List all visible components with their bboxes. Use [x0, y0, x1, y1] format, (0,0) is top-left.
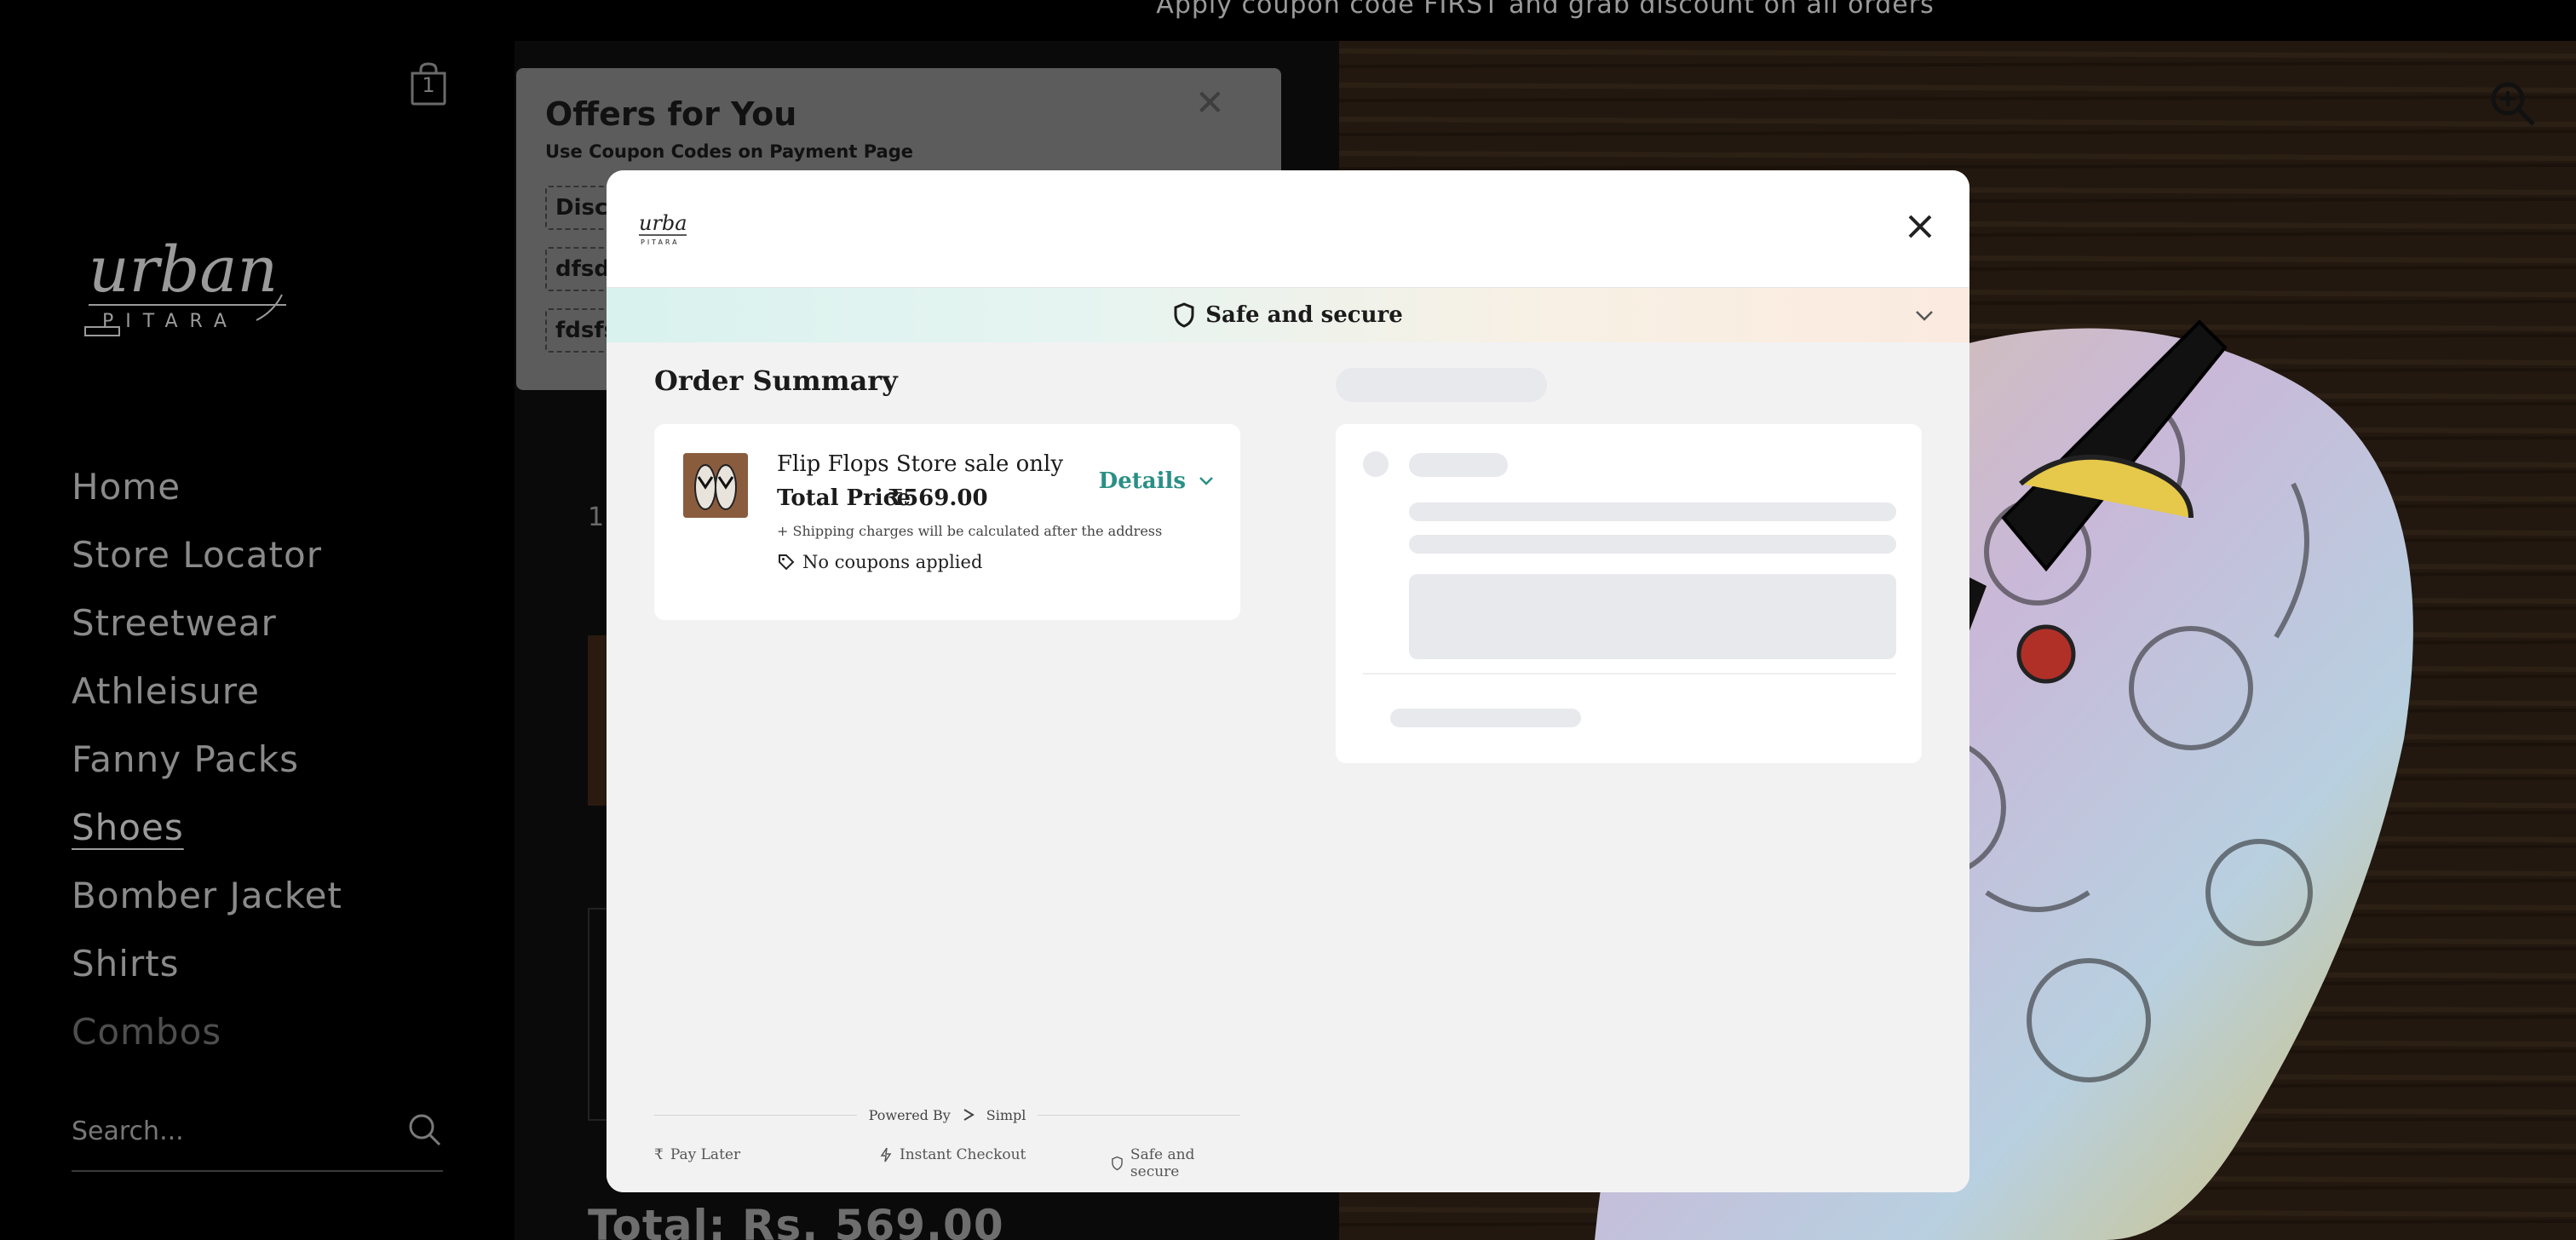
shield-icon — [1112, 1156, 1123, 1171]
order-item-card: Flip Flops Store sale only Total Price ₹… — [654, 424, 1240, 620]
coupon-status-text: No coupons applied — [802, 552, 983, 572]
loading-skeleton — [1409, 502, 1896, 521]
loading-skeleton — [1409, 535, 1896, 554]
feature-pay-later: ₹ Pay Later — [654, 1146, 740, 1163]
cart-item-thumbnail — [588, 635, 608, 806]
zoom-in-icon[interactable] — [2487, 78, 2539, 129]
svg-text:urban: urban — [89, 238, 278, 307]
coupon-code[interactable]: dfsdf — [545, 247, 613, 291]
nav-item-home[interactable]: Home — [72, 460, 342, 528]
search-input[interactable] — [72, 1112, 378, 1150]
nav-item-fanny-packs[interactable]: Fanny Packs — [72, 732, 342, 801]
powered-by: Powered By Simpl — [654, 1102, 1241, 1128]
search-icon[interactable] — [405, 1111, 443, 1148]
nav-item-streetwear[interactable]: Streetwear — [72, 596, 342, 664]
shipping-note: + Shipping charges will be calculated af… — [777, 523, 1163, 539]
cart-button[interactable]: 1 — [409, 61, 448, 106]
close-icon[interactable] — [1901, 208, 1939, 245]
powered-by-label: Powered By — [868, 1106, 951, 1123]
svg-text:urban: urban — [639, 211, 688, 235]
feature-instant-checkout: Instant Checkout — [879, 1146, 1026, 1163]
svg-text:PITARA: PITARA — [641, 238, 680, 246]
coupon-status: No coupons applied — [777, 552, 982, 572]
offers-subtitle: Use Coupon Codes on Payment Page — [545, 141, 913, 162]
search-bar — [72, 1099, 443, 1172]
product-thumbnail — [683, 453, 748, 518]
loading-skeleton — [1336, 368, 1547, 402]
cart-count: 1 — [422, 73, 435, 97]
total-price-value: ₹569.00 — [888, 485, 988, 511]
main-nav: Home Store Locator Streetwear Athleisure… — [72, 460, 342, 1073]
divider — [654, 1114, 857, 1116]
simpl-logo-icon — [963, 1109, 975, 1121]
simpl-brand: Simpl — [986, 1106, 1026, 1123]
shield-icon — [1174, 302, 1194, 328]
feature-label: Pay Later — [670, 1146, 741, 1163]
tag-icon — [779, 554, 795, 571]
nav-item-bomber-jacket[interactable]: Bomber Jacket — [72, 869, 342, 937]
payment-options-card — [1336, 424, 1922, 763]
banner-text: Apply coupon code FIRST and grab discoun… — [1156, 0, 1935, 20]
details-button[interactable]: Details — [1099, 468, 1215, 494]
checkout-modal: urban PITARA Safe and secure Order Summa… — [607, 170, 1969, 1192]
cart-item-thumbnail — [588, 908, 608, 1121]
divider — [1363, 673, 1896, 675]
product-name: Flip Flops Store sale only — [777, 451, 1064, 477]
feature-safe-secure: Safe and secure — [1111, 1146, 1240, 1180]
details-label: Details — [1098, 468, 1186, 494]
chevron-down-icon — [1199, 477, 1213, 485]
coupon-code[interactable]: fdsfs — [545, 308, 613, 353]
urban-pitara-logo[interactable]: urban PITARA — [82, 233, 295, 341]
nav-item-combos[interactable]: Combos — [72, 1005, 342, 1073]
lightning-icon — [880, 1147, 892, 1162]
nav-item-shirts[interactable]: Shirts — [72, 937, 342, 1005]
modal-footer: Powered By Simpl ₹ Pay Later Instant Che… — [654, 1102, 1241, 1180]
modal-header: urban PITARA — [607, 170, 1969, 288]
coupon-code[interactable]: Disco — [545, 186, 613, 230]
divider — [1038, 1114, 1241, 1116]
offers-title: Offers for You — [545, 95, 797, 133]
loading-skeleton — [1390, 709, 1581, 727]
svg-text:PITARA: PITARA — [102, 311, 239, 332]
nav-item-store-locator[interactable]: Store Locator — [72, 528, 342, 596]
feature-label: Safe and secure — [1130, 1146, 1195, 1180]
secure-label: Safe and secure — [1205, 302, 1403, 328]
loading-skeleton — [1409, 574, 1896, 659]
sidebar: 1 urban PITARA Home Store Locator Street… — [0, 0, 515, 1240]
loading-skeleton — [1363, 451, 1389, 477]
urban-pitara-logo: urban PITARA — [639, 211, 688, 246]
chevron-down-icon[interactable] — [1913, 305, 1935, 327]
offers-close-icon[interactable]: ✕ — [1195, 82, 1225, 123]
nav-item-shoes[interactable]: Shoes — [72, 801, 342, 869]
nav-item-athleisure[interactable]: Athleisure — [72, 664, 342, 732]
feature-label: Instant Checkout — [900, 1146, 1026, 1163]
safe-secure-bar[interactable]: Safe and secure — [607, 288, 1969, 342]
rupee-icon: ₹ — [654, 1146, 664, 1163]
loading-skeleton — [1409, 453, 1508, 477]
cart-total: Total: Rs. 569.00 — [588, 1201, 1004, 1240]
announcement-banner: Apply coupon code FIRST and grab discoun… — [515, 0, 2576, 41]
order-summary-title: Order Summary — [654, 365, 898, 397]
